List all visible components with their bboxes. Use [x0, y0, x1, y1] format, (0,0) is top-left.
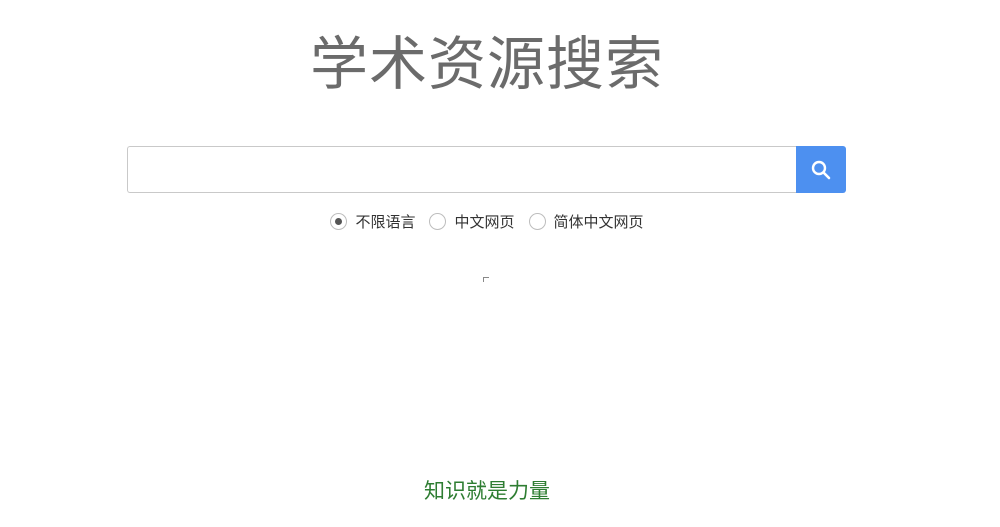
- language-option-label: 不限语言: [355, 213, 416, 231]
- cursor-mark: [483, 277, 489, 282]
- radio-chinese-pages[interactable]: [429, 213, 447, 230]
- radio-simplified-chinese-pages[interactable]: [528, 213, 546, 230]
- slogan-text: 知识就是力量: [424, 479, 550, 503]
- search-button[interactable]: [796, 146, 846, 193]
- language-option-simplified-chinese[interactable]: 简体中文网页: [528, 211, 644, 232]
- page-title: 学术资源搜索: [309, 30, 664, 98]
- search-icon: [811, 160, 831, 179]
- search-bar: [127, 146, 846, 193]
- language-filter: 不限语言 中文网页 简体中文网页: [0, 211, 974, 232]
- language-option-chinese[interactable]: 中文网页: [429, 211, 515, 232]
- language-option-label: 简体中文网页: [553, 213, 644, 231]
- search-input[interactable]: [127, 146, 796, 193]
- language-option-any[interactable]: 不限语言: [330, 211, 415, 232]
- language-option-label: 中文网页: [454, 213, 515, 231]
- radio-any-language[interactable]: [330, 213, 348, 230]
